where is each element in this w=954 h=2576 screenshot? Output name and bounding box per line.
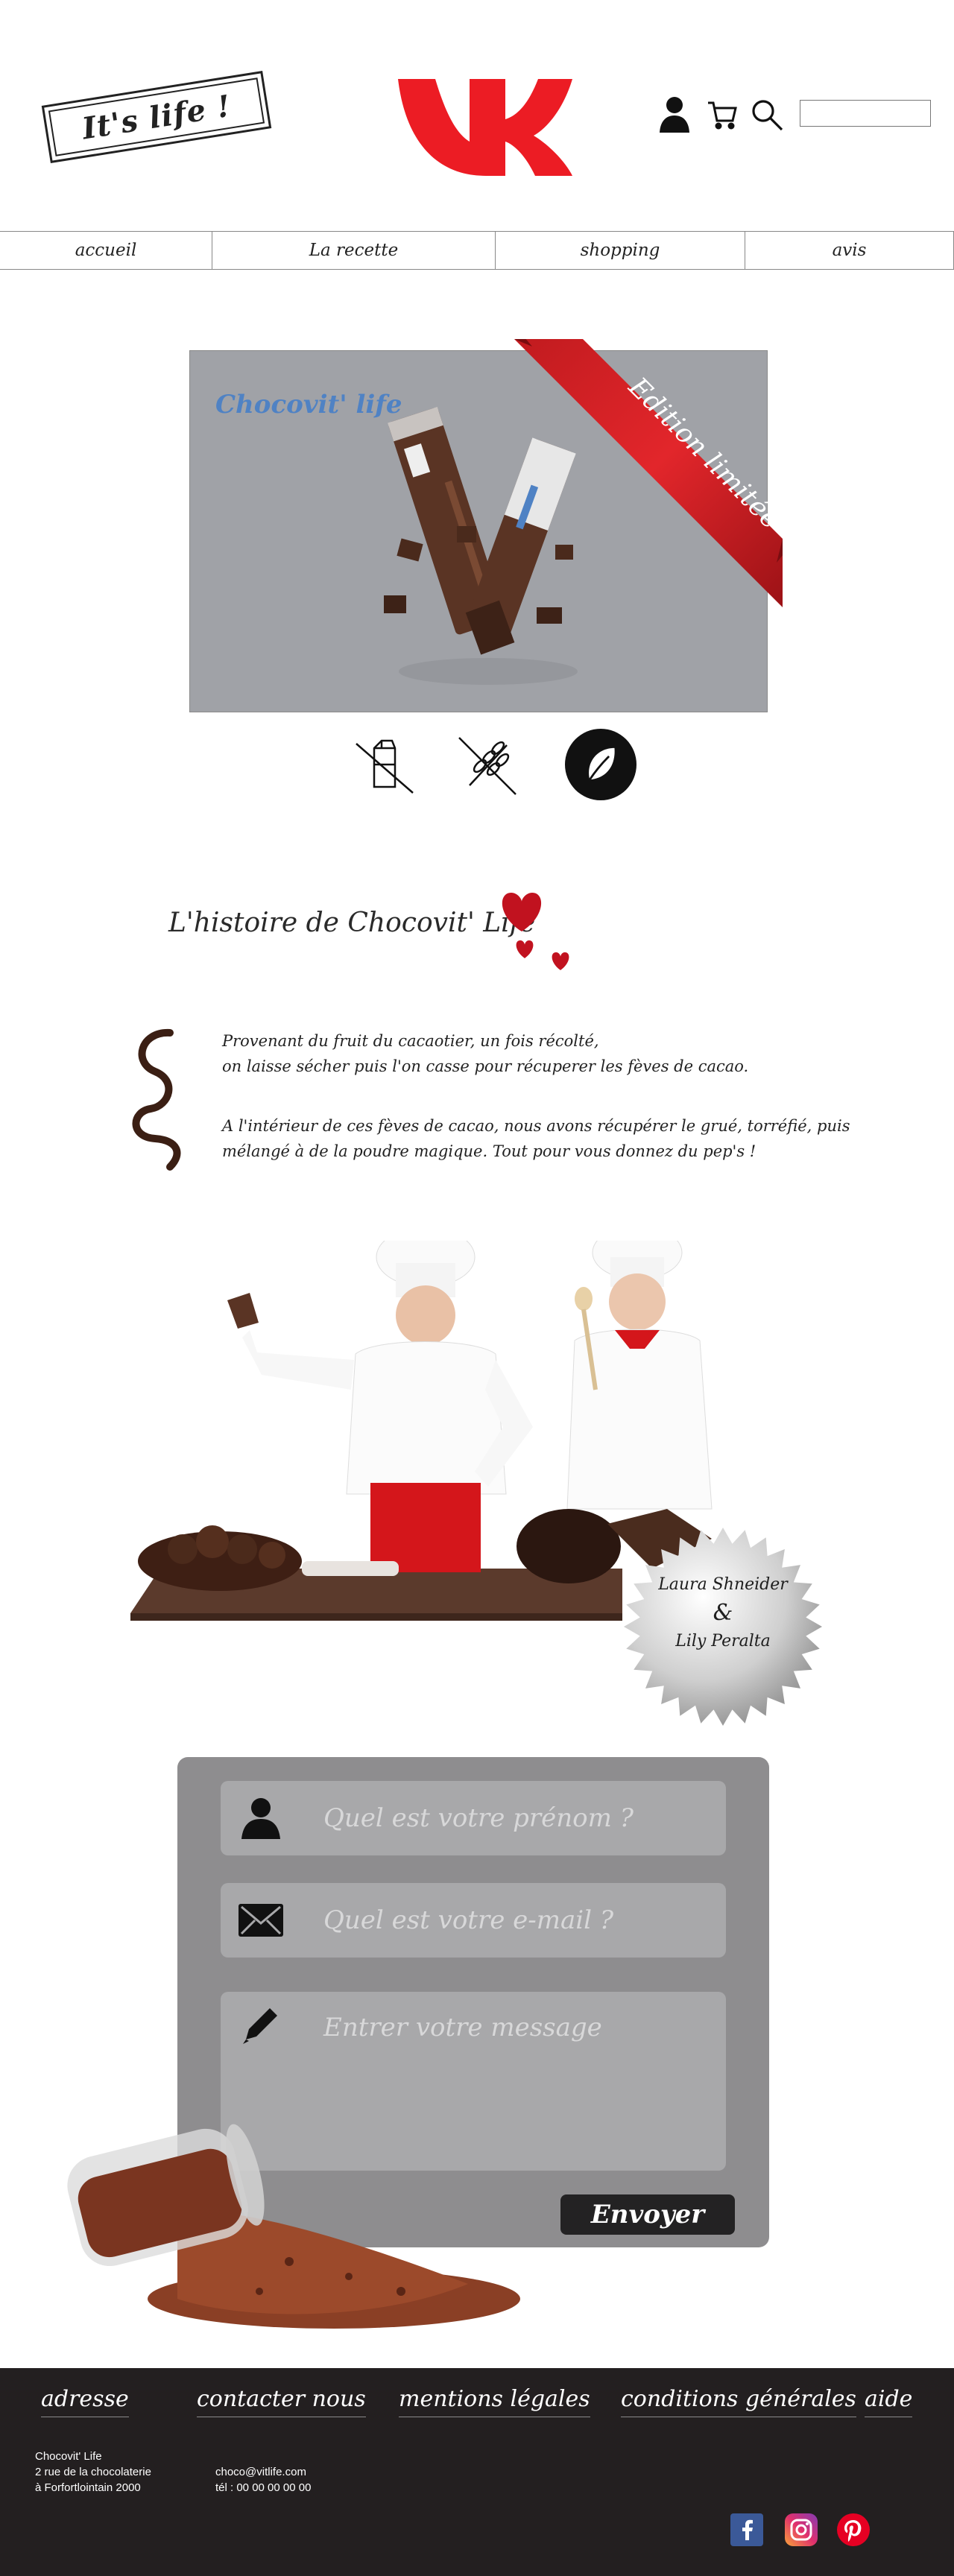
- contact-phone: tél : 00 00 00 00 00: [215, 2481, 312, 2494]
- footer-link-conditions-generales[interactable]: conditions générales: [621, 2386, 856, 2417]
- story-title: L'histoire de Chocovit' Life: [168, 908, 536, 938]
- nav-item-la-recette[interactable]: La recette: [212, 232, 495, 269]
- footer-link-adresse[interactable]: adresse: [41, 2386, 129, 2417]
- pen-icon: [238, 2002, 283, 2047]
- story-p1-line2: on laisse sécher puis l'on casse pour ré…: [222, 1057, 749, 1075]
- nav-item-accueil[interactable]: accueil: [0, 232, 212, 269]
- address-line-3: à Forfortlointain 2000: [35, 2481, 141, 2494]
- story-paragraph-2: A l'intérieur de ces fèves de cacao, nou…: [222, 1113, 863, 1164]
- cart-icon[interactable]: [704, 94, 741, 136]
- cocoa-jar-image: [67, 2124, 520, 2329]
- search-icon[interactable]: [748, 94, 786, 136]
- story-p2-line1: A l'intérieur de ces fèves de cacao, nou…: [222, 1117, 850, 1135]
- chef-name-1: Laura Shneider: [658, 1575, 788, 1594]
- story-p1-line1: Provenant du fruit du cacaotier, un fois…: [222, 1032, 599, 1050]
- send-button[interactable]: Envoyer: [560, 2194, 735, 2235]
- chef-name-2: Lily Peralta: [675, 1632, 771, 1651]
- search-input[interactable]: [800, 100, 931, 127]
- name-field[interactable]: Quel est votre prénom ?: [221, 1781, 726, 1855]
- footer-contact: choco@vitlife.com tél : 00 00 00 00 00: [215, 2464, 311, 2496]
- no-gluten-icon: [452, 729, 523, 800]
- footer-link-mentions-legales[interactable]: mentions légales: [399, 2386, 590, 2417]
- contact-email[interactable]: choco@vitlife.com: [215, 2466, 306, 2478]
- brand-stamp-text: It's life !: [79, 88, 234, 146]
- chefs-names: Laura Shneider & Lily Peralta: [622, 1571, 824, 1656]
- email-placeholder: Quel est votre e-mail ?: [323, 1905, 614, 1935]
- mail-icon: [238, 1898, 283, 1943]
- footer-link-aide[interactable]: aide: [865, 2386, 913, 2417]
- main-nav: accueil La recette shopping avis: [0, 231, 954, 270]
- vk-logo[interactable]: [395, 73, 574, 177]
- facebook-icon[interactable]: [730, 2513, 763, 2546]
- story-paragraph-1: Provenant du fruit du cacaotier, un fois…: [222, 1028, 863, 1079]
- instagram-icon[interactable]: [785, 2513, 818, 2546]
- nav-item-shopping[interactable]: shopping: [495, 232, 745, 269]
- email-field[interactable]: Quel est votre e-mail ?: [221, 1883, 726, 1958]
- message-placeholder: Entrer votre message: [323, 2013, 602, 2042]
- address-line-1: Chocovit' Life: [35, 2450, 102, 2463]
- vegan-leaf-icon: [565, 729, 636, 800]
- hearts-decoration: [502, 893, 569, 970]
- pinterest-icon[interactable]: [837, 2513, 870, 2546]
- user-icon[interactable]: [656, 94, 693, 136]
- chocolate-swirl-icon: [132, 1029, 181, 1171]
- brand-stamp[interactable]: It's life !: [41, 71, 272, 163]
- address-line-2: 2 rue de la chocolaterie: [35, 2466, 151, 2478]
- chefs-ampersand: &: [713, 1600, 733, 1626]
- nav-item-avis[interactable]: avis: [745, 232, 954, 269]
- story-p2-line2: mélangé à de la poudre magique. Tout pou…: [222, 1142, 756, 1160]
- no-milk-icon: [349, 729, 420, 800]
- user-icon: [238, 1796, 283, 1841]
- footer-link-contact[interactable]: contacter nous: [197, 2386, 366, 2417]
- name-placeholder: Quel est votre prénom ?: [323, 1803, 634, 1833]
- footer-address: Chocovit' Life 2 rue de la chocolaterie …: [35, 2449, 151, 2496]
